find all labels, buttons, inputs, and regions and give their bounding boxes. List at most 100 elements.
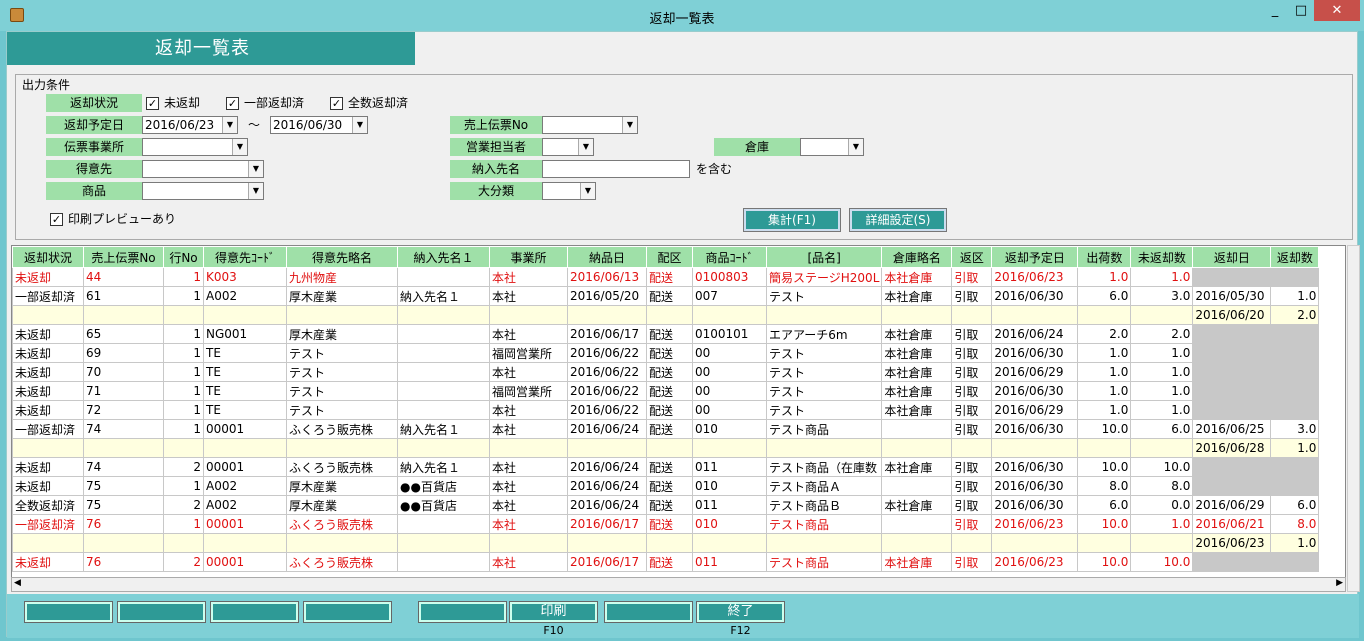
chevron-down-icon[interactable]: ▼ — [352, 117, 367, 133]
slip-no-combo[interactable]: ▼ — [542, 116, 638, 134]
table-row[interactable]: 一部返却済 76 1 00001 ふくろう販売株 本社 2016/06/17 配送 010 テスト… — [12, 514, 1320, 534]
table-row[interactable]: 未返却 74 2 00001 ふくろう販売株 納入先名１ 本社 2016/06/24 配送 011… — [12, 457, 1320, 477]
column-header[interactable]: 商品ｺｰﾄﾞ — [692, 246, 767, 268]
vertical-scrollbar[interactable] — [1347, 245, 1360, 592]
due-date-to[interactable]: 2016/06/30 ▼ — [270, 116, 368, 134]
product-combo[interactable]: ▼ — [142, 182, 264, 200]
table-cell: NG001 — [203, 324, 287, 344]
due-date-from[interactable]: 2016/06/23 ▼ — [142, 116, 238, 134]
minimize-button[interactable]: _ — [1262, 0, 1288, 21]
fkey-button-f7[interactable] — [210, 601, 299, 623]
horizontal-scrollbar[interactable]: ◀ ▶ — [11, 577, 1346, 592]
result-grid[interactable]: 返却状況 売上伝票No 行No 得意先ｺｰﾄﾞ 得意先略名 納入先名１ 事業所 納品日 配区 商品… — [11, 245, 1346, 592]
column-header[interactable]: 行No — [163, 246, 204, 268]
table-row[interactable]: 一部返却済 61 1 A002 厚木産業 納入先名１ 本社 2016/05/20 配送 007 テス… — [12, 286, 1320, 306]
office-combo[interactable]: ▼ — [142, 138, 248, 156]
chevron-down-icon[interactable]: ▼ — [248, 161, 263, 177]
chevron-down-icon[interactable]: ▼ — [222, 117, 237, 133]
table-cell: 2 — [163, 457, 204, 477]
table-row[interactable]: 未返却 71 1 TE テスト 福岡営業所 2016/06/22 配送 00 テスト 本社倉庫 引取 2… — [12, 381, 1320, 401]
column-header[interactable]: 返却日 — [1192, 246, 1272, 268]
table-cell — [1192, 362, 1272, 382]
partial-checkbox[interactable]: ✓ — [226, 97, 239, 110]
table-cell — [1077, 533, 1132, 553]
scroll-left-icon[interactable]: ◀ — [14, 578, 21, 588]
table-cell: 2016/06/23 — [991, 552, 1079, 572]
chevron-down-icon[interactable]: ▼ — [248, 183, 263, 199]
fkey-button-f9[interactable] — [418, 601, 507, 623]
table-cell: 74 — [83, 457, 164, 477]
all-returned-checkbox[interactable]: ✓ — [330, 97, 343, 110]
column-header[interactable]: 倉庫略名 — [881, 246, 953, 268]
detail-settings-button[interactable]: 詳細設定(S) — [849, 208, 947, 232]
table-row[interactable]: 2016/06/28 1.0 — [12, 438, 1320, 458]
column-header[interactable]: 売上伝票No — [83, 246, 164, 268]
table-cell — [765, 438, 883, 458]
table-cell: 44 — [83, 267, 164, 287]
table-cell: 71 — [83, 381, 164, 401]
table-row[interactable]: 全数返却済 75 2 A002 厚木産業 ●●百貨店 本社 2016/06/24 配送 011 テス… — [12, 495, 1320, 515]
scroll-right-icon[interactable]: ▶ — [1336, 578, 1343, 588]
maximize-button[interactable]: □ — [1288, 0, 1314, 21]
column-header[interactable]: 返却状況 — [12, 246, 84, 268]
fkey-button-f10[interactable]: 印刷 — [509, 601, 598, 623]
table-row[interactable]: 未返却 65 1 NG001 厚木産業 本社 2016/06/17 配送 0100101 エアアー… — [12, 324, 1320, 344]
table-row[interactable]: 未返却 72 1 TE テスト 本社 2016/06/22 配送 00 テスト 本社倉庫 引取 2016… — [12, 400, 1320, 420]
table-cell: 本社倉庫 — [881, 343, 953, 363]
sales-rep-combo[interactable]: ▼ — [542, 138, 594, 156]
table-row[interactable]: 未返却 75 1 A002 厚木産業 ●●百貨店 本社 2016/06/24 配送 010 テスト商… — [12, 476, 1320, 496]
table-row[interactable]: 未返却 76 2 00001 ふくろう販売株 本社 2016/06/17 配送 011 テスト商品… — [12, 552, 1320, 572]
table-cell — [692, 305, 767, 325]
warehouse-combo[interactable]: ▼ — [800, 138, 864, 156]
preview-checkbox[interactable]: ✓ — [50, 213, 63, 226]
chevron-down-icon[interactable]: ▼ — [580, 183, 595, 199]
table-cell — [991, 533, 1079, 553]
table-cell: 00001 — [203, 514, 287, 534]
table-cell — [646, 305, 693, 325]
table-cell: テスト商品 — [765, 552, 883, 572]
table-cell: 61 — [83, 286, 164, 306]
fkey-button-f8[interactable] — [303, 601, 392, 623]
table-cell: TE — [203, 400, 287, 420]
column-header[interactable]: 得意先ｺｰﾄﾞ — [203, 246, 287, 268]
column-header[interactable]: [品名] — [765, 246, 883, 268]
column-header[interactable]: 事業所 — [489, 246, 568, 268]
table-cell: 配送 — [646, 362, 693, 382]
table-cell — [1192, 400, 1272, 420]
table-row[interactable]: 一部返却済 74 1 00001 ふくろう販売株 納入先名１ 本社 2016/06/24 配送 0… — [12, 419, 1320, 439]
column-header[interactable]: 得意先略名 — [286, 246, 398, 268]
table-row[interactable]: 2016/06/20 2.0 — [12, 305, 1320, 325]
table-cell: 厚木産業 — [286, 476, 398, 496]
table-row[interactable]: 未返却 44 1 K003 九州物産 本社 2016/06/13 配送 0100803 簡易ステー… — [12, 267, 1320, 287]
customer-combo[interactable]: ▼ — [142, 160, 264, 178]
chevron-down-icon[interactable]: ▼ — [622, 117, 637, 133]
fkey-button-f12[interactable]: 終了 — [696, 601, 785, 623]
column-header[interactable]: 出荷数 — [1077, 246, 1132, 268]
column-header[interactable]: 未返却数 — [1130, 246, 1194, 268]
aggregate-button[interactable]: 集計(F1) — [743, 208, 841, 232]
close-button[interactable]: ✕ — [1314, 0, 1360, 21]
dest-input[interactable] — [542, 160, 690, 178]
column-header[interactable]: 納品日 — [567, 246, 647, 268]
chevron-down-icon[interactable]: ▼ — [232, 139, 247, 155]
fkey-button-f6[interactable] — [117, 601, 206, 623]
unreturned-checkbox[interactable]: ✓ — [146, 97, 159, 110]
chevron-down-icon[interactable]: ▼ — [578, 139, 593, 155]
table-cell: 本社倉庫 — [881, 457, 953, 477]
fkey-button-f5[interactable] — [24, 601, 113, 623]
column-header[interactable]: 返却予定日 — [991, 246, 1079, 268]
chevron-down-icon[interactable]: ▼ — [848, 139, 863, 155]
category-combo[interactable]: ▼ — [542, 182, 596, 200]
table-row[interactable]: 2016/06/23 1.0 — [12, 533, 1320, 553]
table-cell: A002 — [203, 476, 287, 496]
column-header[interactable]: 配区 — [646, 246, 693, 268]
table-cell: 2016/06/21 — [1192, 514, 1272, 534]
table-cell: 配送 — [646, 400, 693, 420]
column-header[interactable]: 納入先名１ — [397, 246, 490, 268]
column-header[interactable]: 返区 — [951, 246, 993, 268]
fkey-button-f11[interactable] — [604, 601, 693, 623]
table-cell: ふくろう販売株 — [286, 514, 398, 534]
column-header[interactable]: 返却数 — [1270, 246, 1320, 268]
table-row[interactable]: 未返却 70 1 TE テスト 本社 2016/06/22 配送 00 テスト 本社倉庫 引取 2016… — [12, 362, 1320, 382]
table-row[interactable]: 未返却 69 1 TE テスト 福岡営業所 2016/06/22 配送 00 テスト 本社倉庫 引取 2… — [12, 343, 1320, 363]
